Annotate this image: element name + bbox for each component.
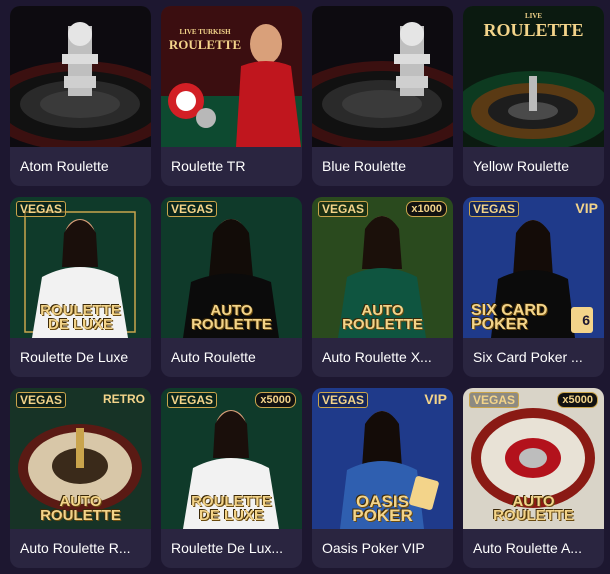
thumb-title: ROULETTE — [483, 20, 584, 40]
thumb-title: ROULETTE — [168, 37, 242, 52]
game-thumbnail: VEGAS AUTO ROULETTE — [161, 197, 302, 338]
game-thumbnail: VEGAS ROULETTE DE LUXE — [10, 197, 151, 338]
game-title: Roulette De Lux... — [171, 540, 284, 556]
vegas-logo: VEGAS — [318, 392, 369, 408]
game-thumbnail: VEGAS VIP OASIS POKER — [312, 388, 453, 529]
game-thumbnail: VEGAS RETRO AUTO ROULETTE — [10, 388, 151, 529]
game-thumbnail: LIVE ROULETTE — [463, 6, 604, 147]
game-grid: Atom Roulette LIVE TURKISH ROULETTE Roul… — [0, 0, 610, 574]
thumb-title: OASIS POKER — [352, 492, 413, 525]
game-card-roulette-de-luxe-x5000[interactable]: VEGAS x5000 ROULETTE DE LUXE Roulette De… — [161, 388, 302, 568]
thumb-title: AUTO ROULETTE — [40, 493, 121, 524]
game-thumbnail: VEGAS VIP SIX CARD POKER 6 — [463, 197, 604, 338]
thumb-subtitle: LIVE TURKISH — [179, 28, 231, 36]
game-title: Auto Roulette — [171, 349, 256, 365]
game-card-auto-roulette-retro[interactable]: VEGAS RETRO AUTO ROULETTE Auto Roulette … — [10, 388, 151, 568]
game-title: Blue Roulette — [322, 158, 407, 174]
thumb-title: ROULETTE DE LUXE — [191, 493, 272, 524]
game-title: Auto Roulette A... — [473, 540, 582, 556]
game-thumbnail — [10, 6, 151, 147]
game-card-auto-roulette[interactable]: VEGAS AUTO ROULETTE Auto Roulette — [161, 197, 302, 377]
vegas-logo: VEGAS — [167, 392, 218, 408]
game-card-six-card-poker[interactable]: VEGAS VIP SIX CARD POKER 6 Six Card Poke… — [463, 197, 604, 377]
game-title: Atom Roulette — [20, 158, 109, 174]
game-card-atom-roulette[interactable]: Atom Roulette — [10, 6, 151, 186]
thumb-title: AUTO ROULETTE — [191, 302, 272, 333]
retro-badge: RETRO — [103, 392, 145, 406]
game-card-roulette-tr[interactable]: LIVE TURKISH ROULETTE Roulette TR — [161, 6, 302, 186]
game-card-auto-roulette-a[interactable]: VEGAS x5000 AUTO ROULETTE Auto Roulette … — [463, 388, 604, 568]
multiplier-badge: x5000 — [255, 392, 296, 408]
game-thumbnail: VEGAS x1000 AUTO ROULETTE — [312, 197, 453, 338]
thumb-subtitle: LIVE — [524, 12, 543, 20]
thumb-title: ROULETTE DE LUXE — [40, 302, 121, 333]
vegas-logo: VEGAS — [469, 392, 520, 408]
vegas-logo: VEGAS — [16, 392, 67, 408]
multiplier-badge: x5000 — [557, 392, 598, 408]
vegas-logo: VEGAS — [469, 201, 520, 217]
vegas-logo: VEGAS — [16, 201, 67, 217]
vip-badge: VIP — [424, 391, 447, 407]
game-title: Auto Roulette X... — [322, 349, 432, 365]
game-card-blue-roulette[interactable]: Blue Roulette — [312, 6, 453, 186]
game-title: Roulette TR — [171, 158, 246, 174]
game-title: Oasis Poker VIP — [322, 540, 425, 556]
game-thumbnail — [312, 6, 453, 147]
game-card-yellow-roulette[interactable]: LIVE ROULETTE Yellow Roulette — [463, 6, 604, 186]
thumb-title: AUTO ROULETTE — [342, 302, 423, 333]
card-count-badge: 6 — [582, 312, 590, 328]
thumb-title: AUTO ROULETTE — [493, 493, 574, 524]
vegas-logo: VEGAS — [318, 201, 369, 217]
game-thumbnail: LIVE TURKISH ROULETTE — [161, 6, 302, 147]
game-title: Yellow Roulette — [473, 158, 569, 174]
game-title: Roulette De Luxe — [20, 349, 129, 365]
game-card-oasis-poker-vip[interactable]: VEGAS VIP OASIS POKER Oasis Poker VIP — [312, 388, 453, 568]
game-card-roulette-de-luxe[interactable]: VEGAS ROULETTE DE LUXE Roulette De Luxe — [10, 197, 151, 377]
game-title: Six Card Poker ... — [473, 349, 583, 365]
game-thumbnail: VEGAS x5000 ROULETTE DE LUXE — [161, 388, 302, 529]
game-card-auto-roulette-x1000[interactable]: VEGAS x1000 AUTO ROULETTE Auto Roulette … — [312, 197, 453, 377]
vip-badge: VIP — [575, 200, 598, 216]
game-thumbnail: VEGAS x5000 AUTO ROULETTE — [463, 388, 604, 529]
vegas-logo: VEGAS — [167, 201, 218, 217]
multiplier-badge: x1000 — [406, 201, 447, 217]
game-title: Auto Roulette R... — [20, 540, 131, 556]
